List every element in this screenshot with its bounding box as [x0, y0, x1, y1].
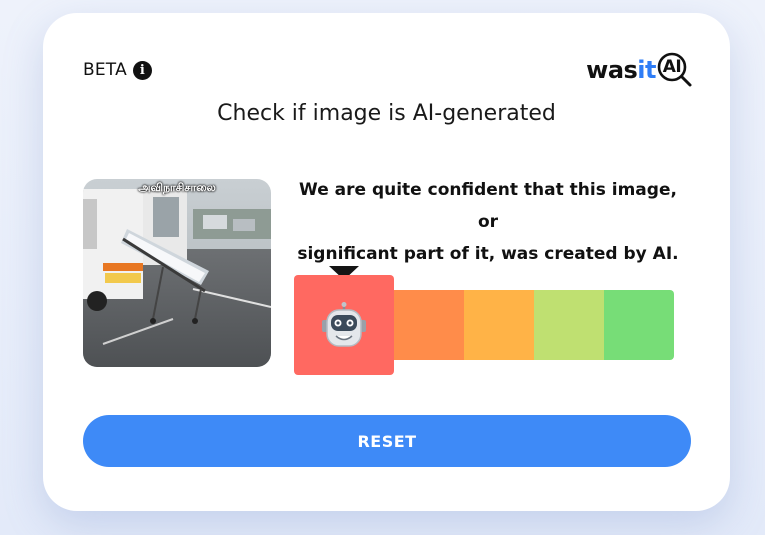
robot-face-icon [322, 302, 366, 347]
logo-text-was: was [586, 56, 638, 84]
uploaded-image: அவிநாசிசாலை [83, 179, 271, 367]
wasitai-logo[interactable]: was it AI [586, 52, 693, 88]
info-icon[interactable]: i [132, 60, 152, 80]
detector-card: BETA i was it AI Check if image is AI-ge… [43, 13, 730, 511]
magnifier-icon: AI [657, 52, 693, 88]
meter-segment-likely-ai [394, 290, 464, 360]
meter-selected-segment [294, 275, 394, 375]
verdict-text: We are quite confident that this image, … [288, 174, 688, 270]
logo-text-ai: AI [662, 57, 682, 77]
page-title: Check if image is AI-generated [217, 101, 556, 126]
meter-segment-likely-human [534, 290, 604, 360]
logo-text-it: it [637, 56, 656, 84]
beta-badge: BETA i [83, 60, 152, 80]
image-caption: அவிநாசிசாலை [138, 181, 216, 194]
reset-button[interactable]: RESET [83, 415, 691, 467]
meter-segment-unsure [464, 290, 534, 360]
beta-label: BETA [83, 60, 127, 80]
verdict-line-1: We are quite confident that this image, … [299, 180, 677, 232]
meter-segment-human [604, 290, 674, 360]
